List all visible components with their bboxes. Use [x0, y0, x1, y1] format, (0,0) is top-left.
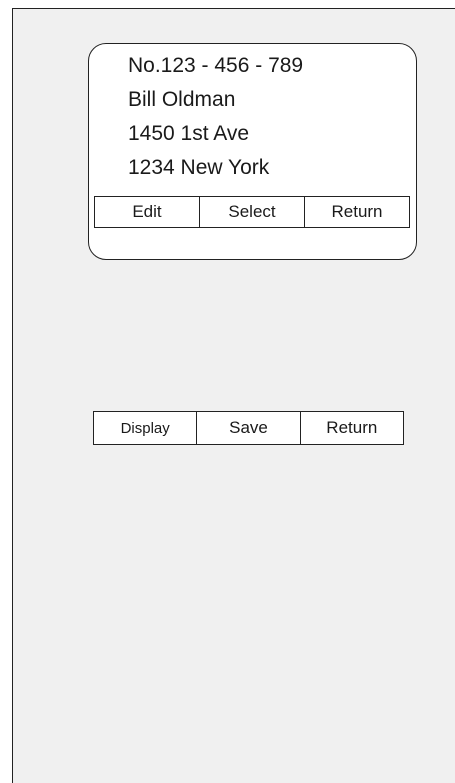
contact-name: Bill Oldman — [128, 88, 236, 111]
return-button[interactable]: Return — [304, 197, 409, 227]
save-button[interactable]: Save — [196, 412, 299, 444]
contact-street: 1450 1st Ave — [128, 122, 250, 145]
contact-number: No.123 - 456 - 789 — [128, 54, 304, 77]
contact-card: No.123 - 456 - 789 Bill Oldman 1450 1st … — [88, 43, 417, 260]
bottom-softkey-bar: Display Save Return — [93, 411, 404, 445]
return-button-bottom[interactable]: Return — [299, 412, 403, 444]
edit-button[interactable]: Edit — [95, 197, 199, 227]
select-button[interactable]: Select — [199, 197, 304, 227]
card-softkey-bar: Edit Select Return — [94, 196, 410, 228]
display-button[interactable]: Display — [94, 412, 196, 444]
contact-city: 1234 New York — [128, 156, 270, 179]
